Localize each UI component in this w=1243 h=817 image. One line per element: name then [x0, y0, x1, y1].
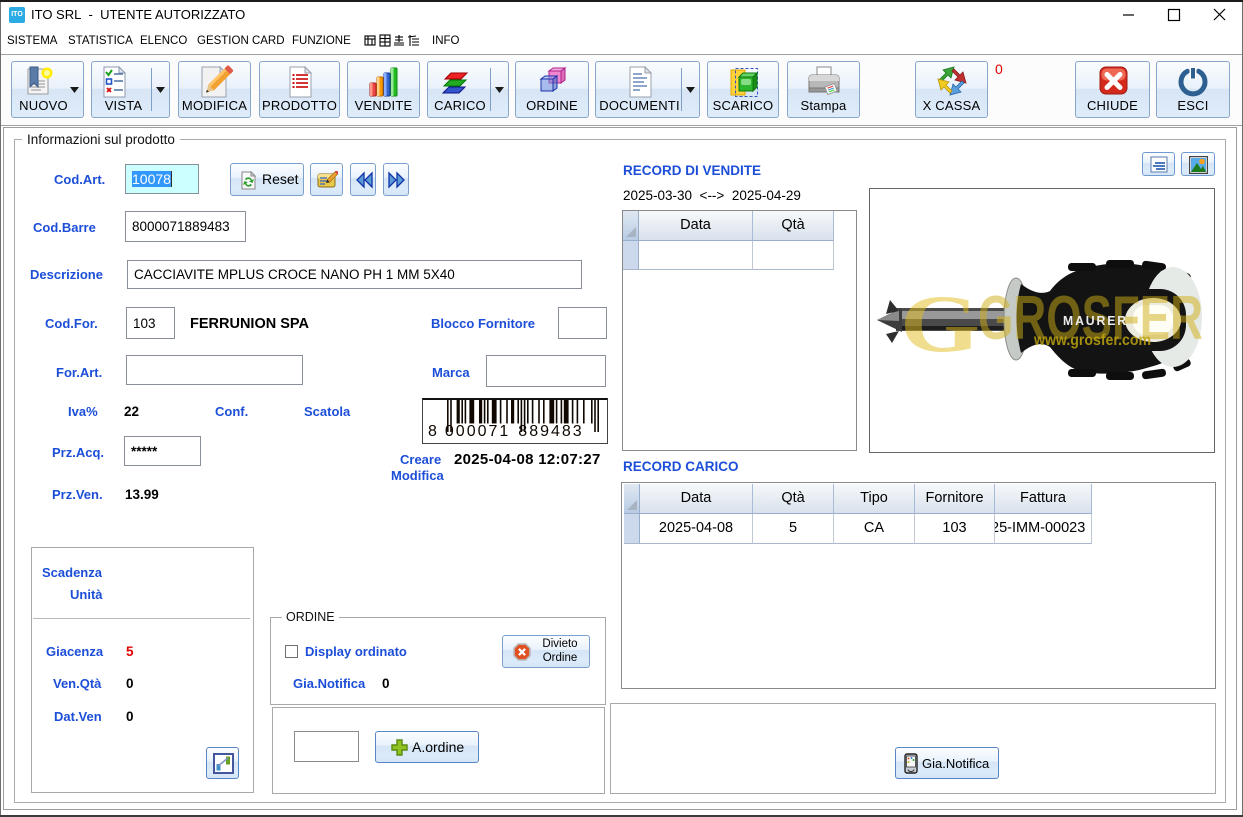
svg-text:MAURER: MAURER — [1063, 313, 1128, 328]
svg-text:G: G — [900, 278, 980, 369]
svg-text:www.grosfer.com: www.grosfer.com — [1033, 332, 1151, 349]
